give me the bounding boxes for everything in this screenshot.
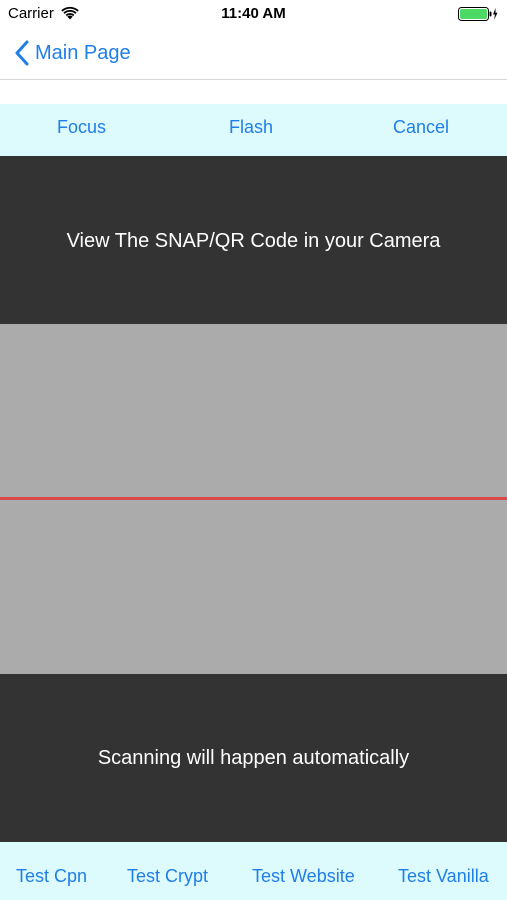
back-button-label: Main Page xyxy=(35,41,131,64)
spacer xyxy=(0,81,507,104)
navigation-bar: Main Page xyxy=(0,28,507,80)
scan-line xyxy=(0,497,507,500)
focus-button[interactable]: Focus xyxy=(57,104,106,156)
flash-button[interactable]: Flash xyxy=(229,104,273,156)
battery-charging-icon xyxy=(458,7,498,21)
status-bar: Carrier 11:40 AM xyxy=(0,0,507,28)
cancel-button[interactable]: Cancel xyxy=(393,104,449,156)
scanner-status-text: Scanning will happen automatically xyxy=(97,747,410,769)
scanner-instruction-text: View The SNAP/QR Code in your Camera xyxy=(66,230,441,252)
status-time: 11:40 AM xyxy=(221,5,286,22)
test-vanilla-button[interactable]: Test Vanilla xyxy=(398,842,489,900)
test-website-button[interactable]: Test Website xyxy=(252,842,355,900)
scanner-status-panel: Scanning will happen automatically xyxy=(0,674,507,842)
scanner-controls: Focus Flash Cancel xyxy=(0,104,507,156)
scanner-instruction-panel: View The SNAP/QR Code in your Camera xyxy=(0,156,507,324)
chevron-left-icon xyxy=(15,40,29,66)
test-cpn-button[interactable]: Test Cpn xyxy=(16,842,87,900)
camera-preview xyxy=(0,324,507,674)
test-crypt-button[interactable]: Test Crypt xyxy=(127,842,208,900)
test-toolbar: Test Cpn Test Crypt Test Website Test Va… xyxy=(0,842,507,900)
back-button[interactable]: Main Page xyxy=(14,38,131,68)
